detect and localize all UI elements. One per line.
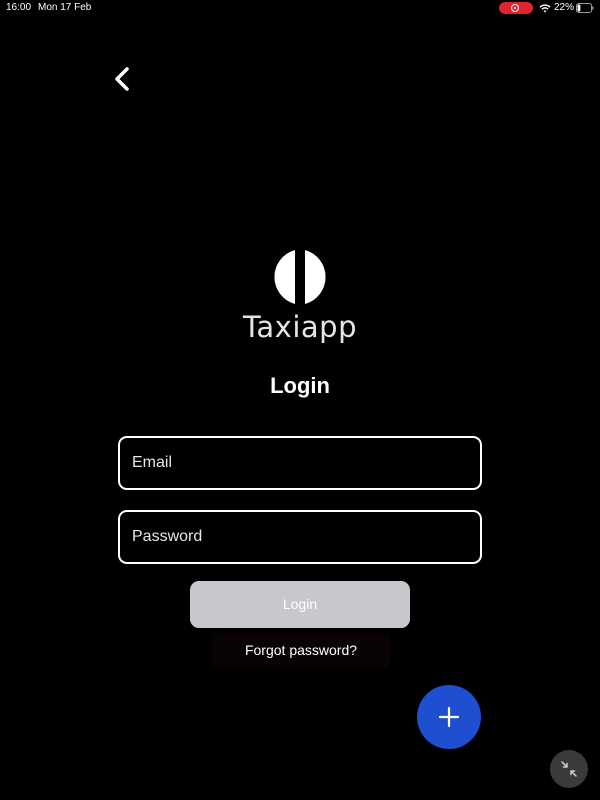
battery-icon	[576, 3, 594, 13]
plus-icon	[438, 706, 460, 728]
chevron-left-icon	[115, 67, 129, 91]
minimize-button[interactable]	[550, 750, 588, 788]
status-bar: 16:00 Mon 17 Feb 22%	[0, 0, 600, 16]
status-time: 16:00	[6, 2, 32, 13]
page-title: Login	[270, 373, 330, 398]
app-name: Taxiapp	[243, 310, 357, 344]
password-field[interactable]	[118, 510, 482, 564]
password-input[interactable]	[120, 512, 480, 562]
record-icon	[511, 4, 519, 12]
email-input[interactable]	[120, 438, 480, 488]
taxiapp-logo	[274, 250, 326, 304]
status-date: Mon 17 Feb	[38, 2, 92, 13]
login-button[interactable]: Login	[190, 581, 410, 628]
screen-recording-indicator[interactable]	[499, 2, 533, 14]
email-field[interactable]	[118, 436, 482, 490]
forgot-password-link[interactable]: Forgot password?	[212, 633, 390, 667]
wifi-icon	[539, 4, 551, 13]
battery-percent: 22%	[554, 2, 575, 13]
minimize-arrows-icon	[561, 761, 577, 777]
back-button[interactable]	[108, 64, 138, 94]
add-button[interactable]	[417, 685, 481, 749]
